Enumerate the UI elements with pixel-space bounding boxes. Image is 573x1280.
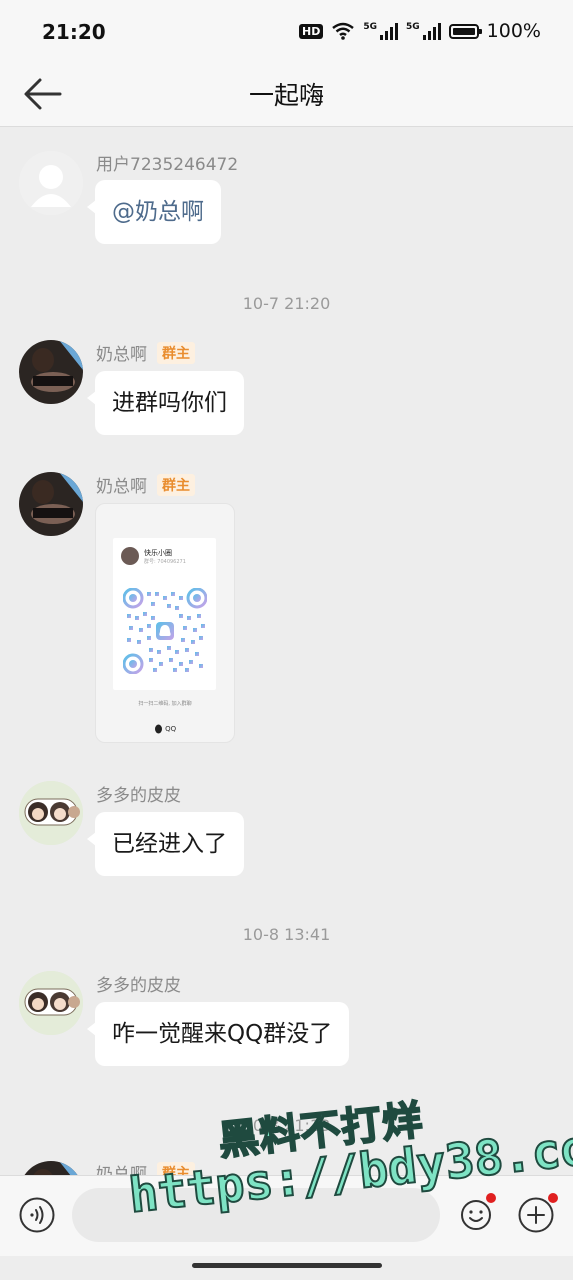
sender-row: 用户7235246472 bbox=[96, 150, 238, 175]
battery-percent: 100% bbox=[486, 20, 541, 42]
qr-card-header: 快乐小圈 群号: 704096271 bbox=[121, 547, 186, 565]
message-bubble[interactable]: 已经进入了 bbox=[87, 812, 244, 876]
message-text: 已经进入了 bbox=[112, 831, 227, 857]
qq-logo-text: QQ bbox=[165, 725, 177, 733]
sender-row: 多多的皮皮 bbox=[96, 781, 181, 806]
qr-caption: 扫一扫二维码, 加入群聊 bbox=[138, 701, 192, 707]
avatar[interactable] bbox=[19, 781, 83, 845]
photo-avatar-icon bbox=[19, 340, 83, 404]
plus-icon bbox=[518, 1197, 554, 1233]
qr-code-image bbox=[123, 588, 207, 674]
photo-avatar-icon bbox=[19, 472, 83, 536]
qr-card-inner: 快乐小圈 群号: 704096271 bbox=[113, 538, 216, 690]
anime-avatar-icon bbox=[19, 781, 83, 845]
battery-icon bbox=[448, 23, 482, 39]
chat-title: 一起嗨 bbox=[248, 81, 324, 110]
notification-dot bbox=[548, 1193, 558, 1203]
sender-name: 奶总啊 bbox=[96, 477, 147, 497]
owner-badge: 群主 bbox=[157, 473, 195, 496]
sender-name: 奶总啊 bbox=[96, 345, 147, 365]
emoji-button[interactable] bbox=[460, 1193, 496, 1231]
message-bubble[interactable]: 进群吗你们 bbox=[87, 371, 244, 435]
photo-avatar-icon bbox=[19, 1161, 83, 1175]
chat-messages: 用户7235246472 @奶总啊 10-7 21:20 奶总啊 群主 进群吗你… bbox=[0, 127, 573, 1175]
status-time: 21:20 bbox=[42, 20, 106, 44]
group-number: 群号: 704096271 bbox=[144, 558, 186, 565]
group-name: 快乐小圈 bbox=[144, 548, 172, 557]
qq-penguin-icon bbox=[154, 724, 162, 734]
sender-name: 用户7235246472 bbox=[96, 155, 239, 175]
notification-dot bbox=[486, 1193, 496, 1203]
sender-row: 奶总啊 群主 bbox=[96, 340, 195, 365]
signal-5g-icon: 5G bbox=[363, 22, 399, 40]
voice-button[interactable] bbox=[19, 1197, 55, 1233]
default-avatar-icon bbox=[19, 151, 83, 215]
signal-label-2: 5G bbox=[406, 22, 420, 32]
emoji-icon bbox=[461, 1200, 491, 1230]
wifi-icon bbox=[332, 22, 355, 40]
owner-badge: 群主 bbox=[157, 341, 195, 364]
status-bar: 21:20 HD 5G 5G 100% bbox=[0, 0, 573, 62]
hd-icon: HD bbox=[299, 23, 324, 39]
message-text: 进群吗你们 bbox=[112, 390, 227, 416]
timestamp: 10-7 21:20 bbox=[242, 294, 331, 313]
avatar[interactable] bbox=[19, 151, 83, 215]
message-bubble[interactable]: @奶总啊 bbox=[87, 180, 221, 244]
avatar[interactable] bbox=[19, 472, 83, 536]
voice-icon bbox=[19, 1197, 55, 1233]
sender-row: 奶总啊 群主 bbox=[96, 472, 195, 497]
avatar[interactable] bbox=[19, 971, 83, 1035]
sender-name: 多多的皮皮 bbox=[96, 976, 181, 996]
avatar[interactable] bbox=[19, 340, 83, 404]
qr-code-card[interactable]: 快乐小圈 群号: 704096271 扫一扫二维码, 加入群聊 QQ bbox=[95, 503, 235, 743]
group-avatar bbox=[121, 547, 139, 565]
message-text: @奶总啊 bbox=[112, 199, 204, 225]
message-bubble[interactable]: 咋一觉醒来QQ群没了 bbox=[86, 1002, 350, 1066]
sender-name: 多多的皮皮 bbox=[96, 786, 181, 806]
message-text: 咋一觉醒来QQ群没了 bbox=[112, 1021, 333, 1047]
nav-bar: 一起嗨 bbox=[0, 62, 573, 127]
more-button[interactable] bbox=[518, 1193, 558, 1233]
signal-5g-icon-2: 5G bbox=[406, 22, 441, 40]
status-icons: HD 5G 5G 100% bbox=[299, 20, 541, 42]
sender-row: 多多的皮皮 bbox=[96, 971, 181, 996]
signal-label: 5G bbox=[363, 22, 378, 32]
timestamp: 10-8 13:41 bbox=[242, 925, 331, 944]
home-indicator bbox=[192, 1263, 382, 1268]
qq-logo: QQ bbox=[96, 724, 234, 734]
anime-avatar-icon bbox=[19, 971, 83, 1035]
avatar[interactable] bbox=[19, 1161, 83, 1175]
